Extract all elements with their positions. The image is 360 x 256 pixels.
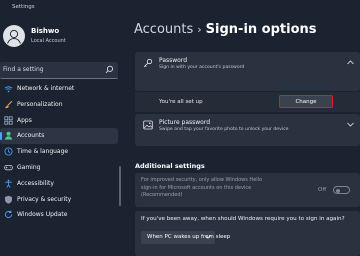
sidebar-item-apps[interactable]: Apps [0,113,118,129]
apps-icon [4,115,13,125]
person-avatar-icon [7,29,21,44]
sidebar-item-label: Gaming [17,163,41,171]
title-bar: Settings [0,0,360,16]
chevron-down-icon[interactable] [347,122,354,127]
brush-icon [5,100,13,108]
sidebar-item-network-internet[interactable]: Network & internet [0,81,118,97]
sidebar-scrollbar[interactable] [119,166,121,206]
windows-hello-description: For improved security, only allow Window… [141,177,263,198]
sidebar-item-label: Apps [17,116,32,124]
require-signin-dropdown[interactable]: When PC wakes up from sleep [141,231,230,244]
shield-icon [5,195,12,204]
sidebar-item-windows-update[interactable]: Windows Update [0,207,118,223]
password-card[interactable]: Password Sign in with your account's pas… [135,52,360,91]
accessibility-icon [5,179,12,188]
windows-hello-setting: For improved security, only allow Window… [135,173,360,207]
sidebar-item-gaming[interactable]: Gaming [0,160,118,176]
password-setup-row: You're all set up Change [135,92,360,112]
sidebar-item-label: Network & internet [17,85,75,92]
sidebar-item-accounts[interactable]: Accounts [0,128,118,145]
sidebar-item-label: Windows Update [17,211,68,219]
toggle-state-label: Off [318,187,327,193]
sidebar-item-label: Accounts [17,132,45,140]
chevron-down-icon [205,235,211,239]
sidebar-item-label: Personalization [17,100,63,108]
sidebar-item-time-language[interactable]: Time & language [0,144,118,160]
breadcrumb-separator: › [197,23,202,36]
wifi-icon [4,86,13,93]
toggle-knob [336,188,340,193]
password-title: Password [159,57,188,64]
search-icon[interactable] [105,65,114,74]
sidebar-item-accessibility[interactable]: Accessibility [0,176,118,192]
profile-name: Bishwo [31,27,60,35]
sidebar-item-label: Privacy & security [17,195,72,203]
dropdown-value: When PC wakes up from sleep [147,234,231,240]
gamepad-icon [4,164,13,171]
globe-clock-icon [4,147,13,156]
require-signin-question: If you've been away, when should Windows… [141,216,345,222]
picture-password-title: Picture password [159,119,211,126]
search-box[interactable]: Find a setting [0,62,118,79]
picture-password-subtitle: Swipe and tap your favorite photo to unl… [159,127,289,132]
additional-settings-heading: Additional settings [135,162,205,170]
main-content: Accounts › Sign-in options Password Sign i… [128,16,360,256]
picture-icon [143,120,153,130]
picture-password-card[interactable]: Picture password Swipe and tap your favo… [135,114,360,146]
window-title: Settings [12,4,35,10]
password-status: You're all set up [159,99,203,105]
chevron-up-icon[interactable] [347,60,354,65]
nav-list: Network & internet Personalization Apps Acc… [0,81,122,223]
require-signin-setting: If you've been away, when should Windows… [135,211,360,256]
person-icon [4,132,13,140]
key-icon [143,58,153,68]
change-password-button[interactable]: Change [279,95,333,108]
breadcrumb: Accounts › Sign-in options [134,22,317,37]
page-title: Sign-in options [205,22,317,37]
update-icon [4,210,13,219]
windows-hello-toggle[interactable] [333,186,350,194]
avatar [3,25,25,47]
sidebar: Bishwo Local Account Find a setting Netw… [0,16,122,240]
password-subtitle: Sign in with your account's password [159,65,245,70]
profile-account-type: Local Account [31,38,66,44]
user-profile[interactable]: Bishwo Local Account [3,25,121,55]
sidebar-item-label: Time & language [17,148,69,156]
breadcrumb-parent[interactable]: Accounts [134,22,193,37]
search-placeholder: Find a setting [3,66,44,73]
sidebar-item-label: Accessibility [17,179,54,187]
active-indicator [0,132,2,141]
sidebar-item-privacy-security[interactable]: Privacy & security [0,192,118,208]
sidebar-item-personalization[interactable]: Personalization [0,97,118,113]
